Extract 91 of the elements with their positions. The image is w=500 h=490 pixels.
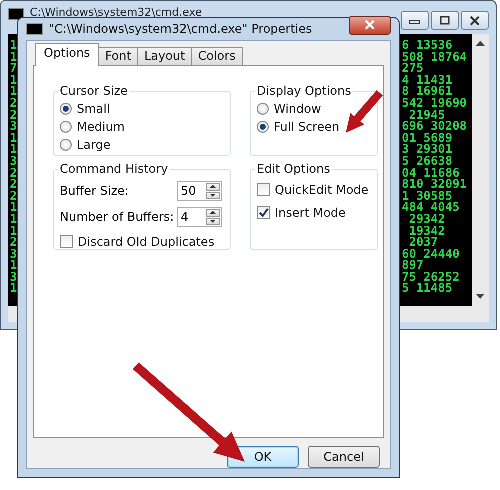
field-label: Buffer Size: [60, 184, 130, 198]
spin-down-icon[interactable] [206, 192, 220, 199]
console-text: 3 [9, 121, 18, 133]
console-text: 1 [9, 132, 18, 144]
console-text: 1 [9, 52, 18, 64]
maximize-icon [439, 16, 451, 26]
close-button[interactable] [461, 11, 489, 30]
console-text: 484 4045 [401, 202, 460, 214]
tab[interactable]: Options [35, 43, 100, 66]
radio-button[interactable] [60, 139, 72, 151]
console-text: 1 30585 [401, 190, 453, 202]
window-title: C:\Windows\system32\cmd.exe [30, 5, 204, 19]
spin-up-icon[interactable] [206, 183, 220, 190]
group-title: Command History [59, 162, 170, 176]
console-text: 1 [9, 260, 18, 272]
console-text: 4 11431 [401, 74, 453, 86]
console-text: 696 30208 [401, 121, 468, 133]
close-button[interactable] [349, 16, 391, 34]
console-text: 275 [401, 63, 424, 75]
checkbox[interactable] [257, 183, 270, 196]
spin-field[interactable]: 4 [177, 207, 222, 227]
radio-label: Window [274, 102, 322, 116]
group-title: Edit Options [256, 162, 332, 176]
console-text: 1 [9, 40, 18, 52]
console-text: 508 18764 [401, 52, 468, 64]
scrollbar[interactable] [472, 34, 489, 306]
console-text: 810 32091 [401, 179, 468, 191]
console-icon [26, 23, 43, 35]
console-text: 2 [9, 179, 18, 191]
checkbox-label: Insert Mode [275, 206, 346, 220]
spin-field[interactable]: 50 [177, 181, 222, 201]
console-text: 2 [9, 190, 18, 202]
console-text: 3 29301 [401, 144, 453, 156]
console-text: 1 [9, 86, 18, 98]
radio-button[interactable] [257, 121, 269, 133]
console-text: 5 11485 [401, 283, 453, 296]
radio-label: Small [77, 102, 110, 116]
spin-down-icon[interactable] [206, 218, 220, 225]
group-title: Display Options [256, 84, 352, 98]
console-text: 60 24440 [401, 248, 460, 260]
console-text: 29342 [408, 214, 446, 226]
dialog-title: "C:\Windows\system32\cmd.exe" Properties [49, 22, 314, 36]
dialog-button[interactable]: Cancel [308, 446, 380, 468]
radio-label: Full Screen [274, 120, 340, 134]
radio-button[interactable] [257, 103, 269, 115]
console-text: 1 [9, 226, 18, 238]
scroll-up-icon [476, 40, 485, 46]
maximize-button[interactable] [431, 11, 459, 30]
console-text: 542 19690 [401, 98, 468, 110]
console-text: 3 [9, 248, 18, 260]
console-icon [8, 8, 24, 20]
console-text: 897 [401, 260, 424, 272]
console-text: 2037 [409, 237, 438, 249]
console-text: 21945 [409, 110, 446, 122]
console-text: 2 [9, 110, 18, 122]
console-text: 2 [9, 237, 18, 249]
radio-button[interactable] [60, 103, 72, 115]
console-text: 7 [9, 63, 18, 75]
close-icon [364, 20, 376, 30]
console-text: 2 [9, 168, 18, 180]
console-text: 1 [9, 214, 18, 226]
checkbox-label: Discard Old Duplicates [78, 234, 215, 248]
console-text: 5 26638 [401, 156, 453, 168]
tab[interactable]: Font [98, 47, 138, 65]
group-title: Cursor Size [59, 84, 129, 98]
tab[interactable]: Colors [191, 47, 243, 65]
console-text: 1 [9, 202, 18, 214]
console-text: 8 16961 [401, 86, 453, 98]
radio-label: Large [77, 138, 111, 152]
console-text: 1 [9, 74, 18, 86]
console-text: 6 13536 [401, 40, 453, 52]
console-text: 1 [9, 144, 18, 156]
console-text: 2 [9, 98, 18, 110]
checkbox-label: QuickEdit Mode [275, 182, 369, 196]
console-text: 04 11686 [401, 168, 460, 180]
tab[interactable]: Layout [137, 47, 192, 65]
console-text: 1 [9, 283, 18, 296]
minimize-button[interactable] [401, 11, 429, 30]
console-text: 19342 [408, 226, 446, 238]
console-text: 3 [9, 272, 18, 284]
console-text: 01 5689 [401, 132, 453, 144]
scroll-down-icon [476, 294, 485, 300]
radio-label: Medium [77, 120, 125, 134]
field-label: Number of Buffers: [60, 210, 176, 224]
spin-up-icon[interactable] [206, 209, 220, 216]
close-icon [469, 16, 481, 26]
console-text: 75 26252 [401, 272, 460, 284]
checkbox[interactable] [60, 235, 73, 248]
console-text: 3 [9, 156, 18, 168]
radio-button[interactable] [60, 121, 72, 133]
checkbox[interactable] [257, 206, 270, 219]
